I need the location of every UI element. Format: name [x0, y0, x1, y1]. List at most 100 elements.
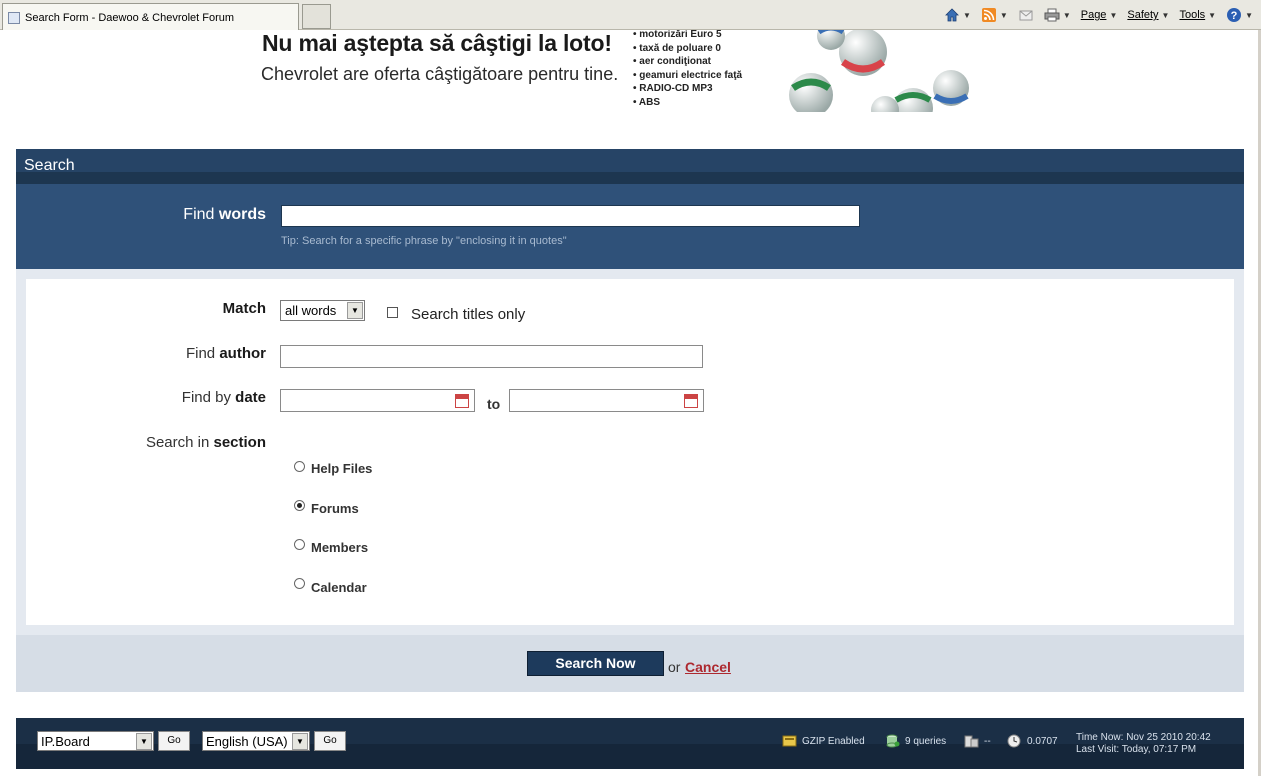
safety-menu[interactable]: Safety ▼ — [1127, 9, 1169, 21]
time-info: Time Now: Nov 25 2010 20:42 Last Visit: … — [1076, 732, 1211, 756]
search-actions: Search Now or Cancel — [16, 635, 1244, 692]
board-footer: IP.Board ▼ Go English (USA) ▼ Go GZIP En… — [16, 718, 1244, 769]
match-select[interactable]: all words ▼ — [280, 300, 365, 321]
author-input[interactable] — [280, 345, 703, 368]
radio-label-forums[interactable]: Forums — [311, 501, 359, 516]
time-now-text: Time Now: Nov 25 2010 20:42 — [1076, 732, 1211, 743]
radio-label-calendar[interactable]: Calendar — [311, 580, 367, 595]
print-button[interactable]: ▼ — [1044, 7, 1071, 23]
banner-headline: Nu mai aştepta să câştigi la loto! — [262, 30, 612, 56]
server-load-text: -- — [984, 735, 991, 747]
tab-title: Search Form - Daewoo & Chevrolet Forum — [25, 12, 235, 24]
last-visit-text: Last Visit: Today, 07:17 PM — [1076, 744, 1197, 755]
banner-bullet: ABS — [633, 96, 742, 110]
search-panel-header: Search — [16, 149, 1244, 184]
section-label: Search in section — [26, 434, 266, 451]
match-select-value: all words — [285, 303, 337, 318]
banner-bullets: motorizări Euro 5 taxă de poluare 0 aer … — [633, 30, 742, 110]
banner-bullet: geamuri electrice faţă — [633, 69, 742, 83]
page-menu[interactable]: Page ▼ — [1081, 9, 1118, 21]
section-label-prefix: Search in — [145, 434, 214, 451]
browser-toolbar: Search Form - Daewoo & Chevrolet Forum ▼… — [0, 0, 1261, 30]
find-words-label-bold: words — [218, 206, 266, 223]
page-icon — [8, 12, 20, 24]
tools-menu-label: Tools — [1179, 9, 1206, 21]
server-icon — [964, 735, 979, 748]
chevron-down-icon: ▼ — [347, 302, 363, 319]
help-button[interactable]: ? ▼ — [1226, 7, 1253, 23]
date-to-label: to — [487, 396, 501, 412]
banner-bullet: RADIO-CD MP3 — [633, 82, 742, 96]
safety-menu-label: Safety — [1127, 9, 1159, 21]
clock-icon — [1007, 734, 1021, 748]
match-label-text: Match — [222, 300, 266, 317]
home-icon — [945, 8, 959, 22]
command-bar: ▼ ▼ ▼ Page ▼ Safety ▼ Tools ▼ ? ▼ — [944, 5, 1253, 25]
radio-help-files[interactable] — [294, 461, 305, 472]
skin-select-value: IP.Board — [41, 734, 90, 749]
skin-go-button[interactable]: Go — [158, 731, 190, 751]
gzip-text: GZIP Enabled — [802, 735, 865, 747]
page-menu-label: Page — [1080, 9, 1107, 21]
chevron-down-icon: ▼ — [292, 733, 308, 750]
search-options-frame: Match all words ▼ Search titles only Fin… — [16, 269, 1244, 635]
author-label-bold: author — [219, 345, 266, 362]
banner-bullet: aer condiţionat — [633, 55, 742, 69]
radio-calendar[interactable] — [294, 578, 305, 589]
titles-only-label[interactable]: Search titles only — [411, 306, 525, 323]
language-go-button[interactable]: Go — [314, 731, 346, 751]
search-tip: Tip: Search for a specific phrase by "en… — [281, 235, 567, 247]
banner-bullet: taxă de poluare 0 — [633, 42, 742, 56]
browser-tab[interactable]: Search Form - Daewoo & Chevrolet Forum — [2, 3, 299, 30]
search-options: Match all words ▼ Search titles only Fin… — [26, 279, 1234, 625]
radio-forums[interactable] — [294, 500, 305, 511]
date-to-input[interactable] — [509, 389, 704, 412]
home-button[interactable]: ▼ — [944, 7, 971, 23]
calendar-icon[interactable] — [455, 394, 469, 408]
help-icon: ? — [1227, 8, 1242, 22]
chevron-down-icon: ▼ — [136, 733, 152, 750]
calendar-icon[interactable] — [684, 394, 698, 408]
find-words-input[interactable] — [281, 205, 860, 227]
svg-text:?: ? — [1231, 10, 1238, 22]
radio-label-help-files[interactable]: Help Files — [311, 461, 372, 476]
radio-members[interactable] — [294, 539, 305, 550]
lottery-balls-image — [789, 30, 969, 112]
rss-icon — [981, 8, 996, 22]
banner-subline: Chevrolet are oferta câştigătoare pentru… — [261, 64, 619, 84]
feeds-button[interactable]: ▼ — [981, 7, 1008, 23]
date-label-prefix: Find by — [181, 389, 236, 406]
date-from-input[interactable] — [280, 389, 475, 412]
date-label: Find by date — [26, 389, 266, 406]
titles-only-checkbox[interactable] — [387, 307, 398, 318]
banner-bullet: motorizări Euro 5 — [633, 30, 742, 42]
radio-label-members[interactable]: Members — [311, 540, 368, 555]
find-words-label: Find words — [16, 206, 266, 224]
date-label-bold: date — [235, 389, 266, 406]
author-label-prefix: Find — [185, 345, 220, 362]
match-label: Match — [26, 300, 266, 317]
queries-text: 9 queries — [905, 735, 947, 747]
language-select-value: English (USA) — [206, 734, 288, 749]
gzip-status: GZIP Enabled — [782, 734, 865, 748]
new-tab-button[interactable] — [302, 4, 331, 29]
exec-time-text: 0.0707 — [1027, 735, 1058, 747]
language-select[interactable]: English (USA) ▼ — [202, 731, 310, 751]
banner-ad[interactable]: Nu mai aştepta să câştigi la loto! Chevr… — [258, 30, 1018, 112]
server-load-status: -- — [964, 734, 991, 748]
find-words-label-prefix: Find — [183, 206, 219, 223]
search-now-button[interactable]: Search Now — [527, 651, 664, 676]
printer-icon — [1044, 8, 1060, 22]
database-icon — [886, 734, 900, 748]
skin-select[interactable]: IP.Board ▼ — [37, 731, 154, 751]
or-text: or — [668, 659, 681, 675]
author-label: Find author — [26, 345, 266, 362]
cancel-link[interactable]: Cancel — [685, 659, 731, 675]
queries-status: 9 queries — [885, 734, 946, 748]
find-words-row: Find words Tip: Search for a specific ph… — [16, 184, 1244, 269]
section-label-bold: section — [213, 434, 266, 451]
tools-menu[interactable]: Tools ▼ — [1179, 9, 1216, 21]
mail-icon — [1019, 10, 1033, 21]
gzip-icon — [782, 735, 797, 747]
mail-button[interactable] — [1018, 7, 1034, 23]
